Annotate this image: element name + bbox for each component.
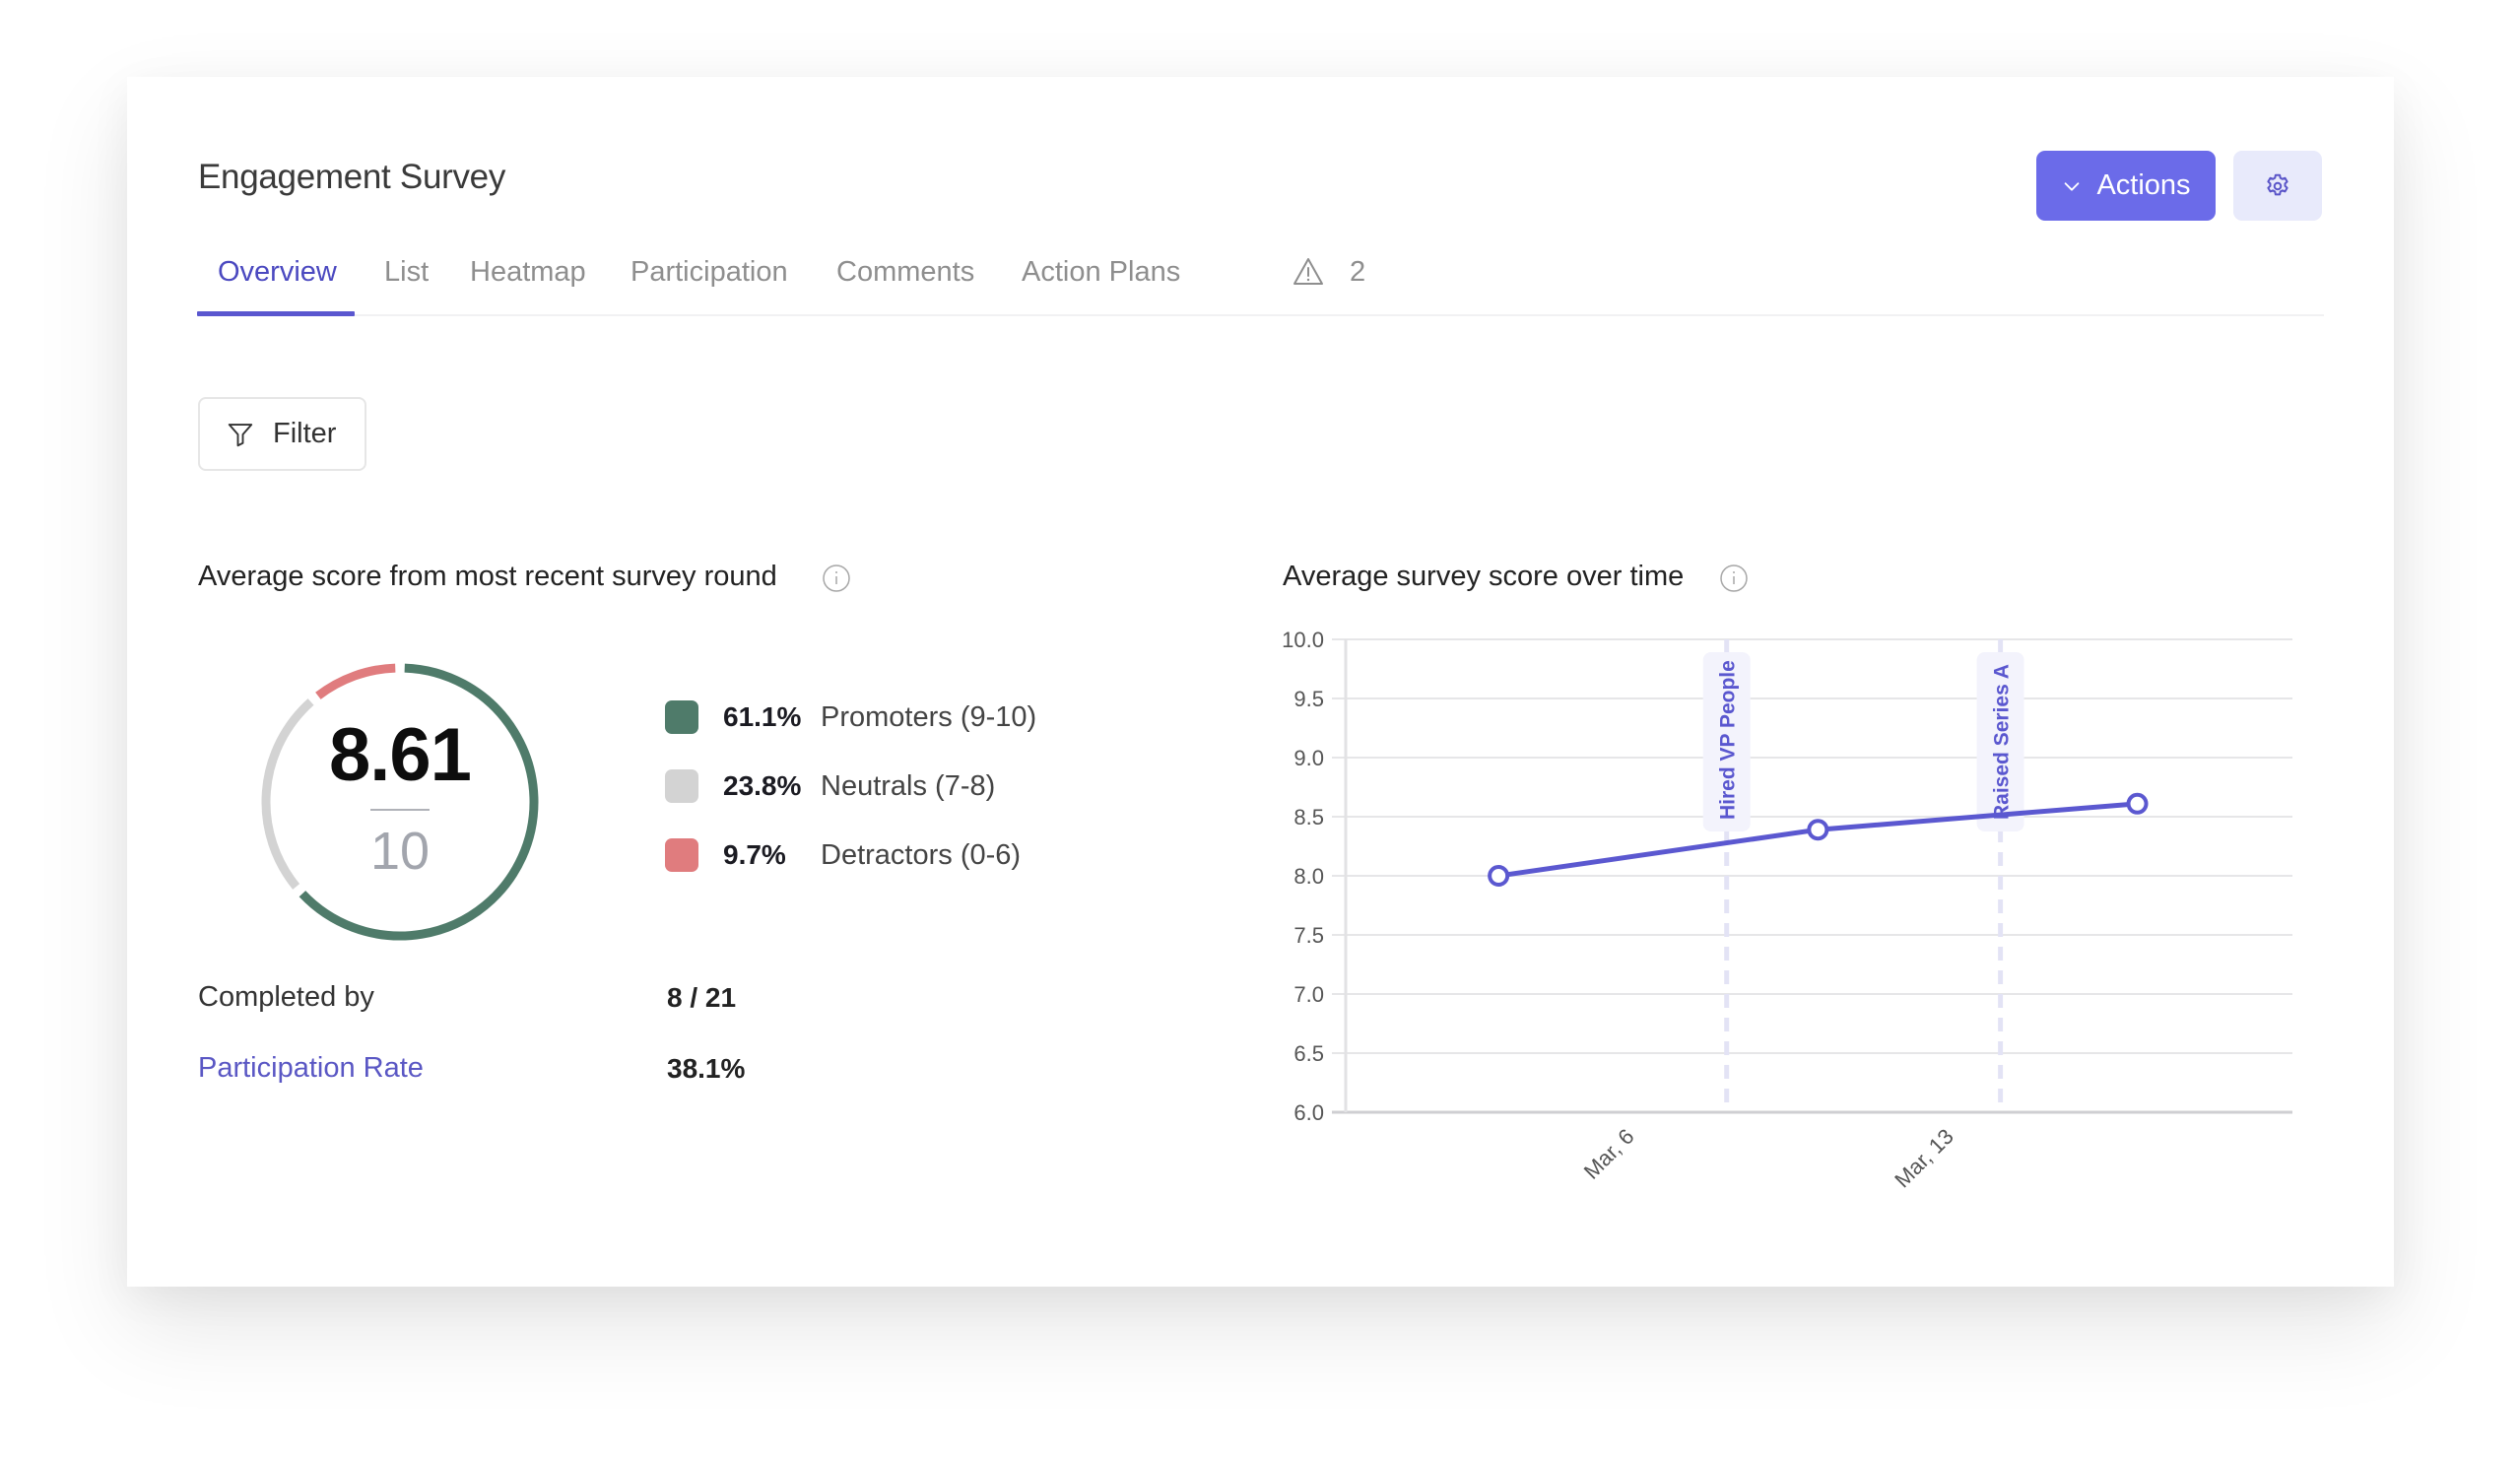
y-tick-label: 9.5 — [1293, 687, 1324, 711]
score-section-title: Average score from most recent survey ro… — [198, 561, 777, 592]
y-tick-label: 6.5 — [1293, 1041, 1324, 1066]
neutrals-label: Neutrals (7-8) — [821, 769, 996, 802]
score-gauge — [261, 663, 539, 941]
actions-button-label: Actions — [2096, 169, 2191, 201]
tab-participation[interactable]: Participation — [630, 250, 788, 294]
y-tick-label: 10.0 — [1282, 628, 1324, 652]
participation-rate-link[interactable]: Participation Rate — [198, 1052, 424, 1085]
filter-button-label: Filter — [273, 418, 337, 449]
participation-rate-value: 38.1% — [667, 1053, 746, 1084]
alert-count[interactable]: 2 — [1350, 250, 1365, 294]
neutrals-percent: 23.8% — [723, 770, 802, 801]
tab-overview[interactable]: Overview — [218, 250, 337, 294]
tab-action-plans[interactable]: Action Plans — [1022, 250, 1180, 294]
y-tick-label: 7.5 — [1293, 923, 1324, 948]
average-score: 8.61 — [329, 713, 472, 797]
data-point[interactable] — [1807, 819, 1829, 841]
y-tick-label: 7.0 — [1293, 982, 1324, 1007]
legend-item-promoters: 61.1% Promoters (9-10) — [665, 693, 1059, 742]
info-icon[interactable] — [822, 564, 851, 593]
detractors-swatch — [665, 838, 698, 872]
promoters-arc — [298, 663, 539, 941]
page-title: Engagement Survey — [198, 158, 506, 196]
tab-bar: Overview List Heatmap Participation Comm… — [198, 250, 2324, 309]
data-point[interactable] — [2126, 792, 2149, 815]
info-icon[interactable] — [1719, 564, 1749, 593]
gear-icon — [2267, 173, 2288, 195]
tab-divider — [198, 314, 2324, 316]
trend-section-title: Average survey score over time — [1283, 561, 1685, 592]
promoters-percent: 61.1% — [723, 701, 802, 732]
tab-heatmap[interactable]: Heatmap — [470, 250, 586, 294]
settings-button[interactable] — [2233, 151, 2322, 221]
active-tab-indicator — [197, 311, 355, 316]
max-score: 10 — [369, 822, 431, 881]
warning-icon[interactable] — [1292, 256, 1325, 288]
detractors-percent: 9.7% — [723, 839, 786, 870]
y-tick-label: 9.0 — [1293, 746, 1324, 770]
tab-comments[interactable]: Comments — [836, 250, 974, 294]
detractors-arc — [315, 663, 396, 699]
x-tick-label: Mar, 13 — [1890, 1124, 1958, 1193]
y-tick-label: 8.0 — [1293, 864, 1324, 889]
y-tick-label: 8.5 — [1293, 805, 1324, 830]
promoters-label: Promoters (9-10) — [821, 700, 1037, 733]
filter-button[interactable]: Filter — [198, 397, 366, 471]
legend-item-detractors: 9.7% Detractors (0-6) — [665, 830, 1059, 880]
y-tick-label: 6.0 — [1293, 1100, 1324, 1125]
actions-button[interactable]: Actions — [2036, 151, 2216, 221]
completed-by-value: 8 / 21 — [667, 982, 737, 1013]
score-divider — [370, 809, 430, 811]
chevron-down-icon — [2065, 181, 2080, 191]
x-tick-label: Mar, 6 — [1579, 1124, 1639, 1184]
funnel-icon — [228, 423, 253, 446]
legend-item-neutrals: 23.8% Neutrals (7-8) — [665, 762, 1059, 811]
survey-card: Engagement Survey Actions Overview List … — [127, 77, 2394, 1287]
annotation-label: Raised Series A — [1991, 664, 2014, 820]
data-point[interactable] — [1488, 865, 1510, 887]
tab-list[interactable]: List — [384, 250, 429, 294]
promoters-swatch — [665, 700, 698, 734]
neutrals-swatch — [665, 769, 698, 803]
detractors-label: Detractors (0-6) — [821, 838, 1022, 871]
annotation-label: Hired VP People — [1717, 660, 1740, 820]
completed-by-label: Completed by — [198, 981, 374, 1013]
